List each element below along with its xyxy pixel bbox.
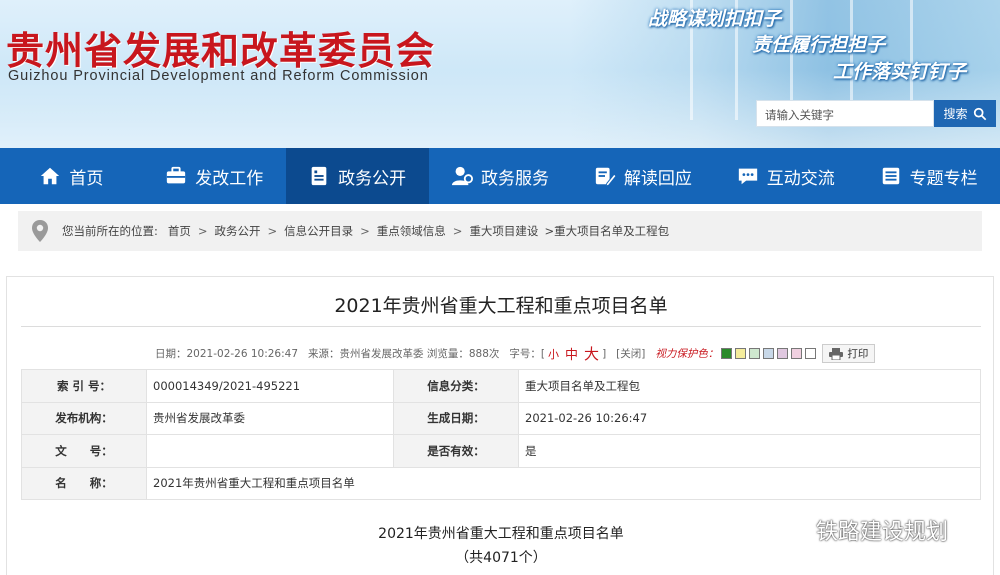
slogan-1: 战略谋划扣扣子: [648, 8, 782, 30]
color-swatch-white[interactable]: [805, 348, 817, 359]
article-title: 2021年贵州省重大工程和重点项目名单: [334, 295, 668, 317]
breadcrumb-link[interactable]: 重大项目建设: [469, 223, 538, 239]
color-swatch-blue[interactable]: [763, 348, 775, 359]
location-pin-icon: [32, 220, 48, 242]
meta-font-end: ]: [602, 347, 607, 360]
slogan-3: 工作落实钉钉子: [833, 61, 967, 83]
nav-item-interaction[interactable]: 互动交流: [714, 148, 857, 204]
article-meta: 日期：2021-02-26 10:26:47 来源：贵州省发展改革委 浏览量：8…: [155, 343, 876, 364]
nav-item-label: 发改工作: [195, 168, 264, 189]
name-value: 2021年贵州省重大工程和重点项目名单: [146, 466, 981, 500]
docno-label: 文 号：: [21, 434, 147, 468]
date-value: 2021-02-26 10:26:47: [518, 401, 981, 435]
breadcrumb: 您当前所在的位置: 首页 > 政务公开 > 信息公开目录 > 重点领域信息 > …: [18, 211, 982, 251]
nav-item-home[interactable]: 首页: [0, 148, 143, 204]
chat-icon: [738, 168, 757, 185]
nav-item-label: 解读回应: [623, 168, 692, 189]
document-count: （共4071个）: [455, 550, 547, 566]
nav-item-special-topics[interactable]: 专题专栏: [857, 148, 1000, 204]
breadcrumb-link[interactable]: 首页: [168, 223, 191, 239]
printer-icon: [829, 347, 844, 360]
name-label: 名 称：: [21, 466, 147, 500]
slogan-2: 责任履行担担子: [752, 34, 886, 56]
nav-item-label: 政务公开: [338, 168, 407, 189]
search-button-label: 搜索: [943, 107, 968, 121]
table-row: 索 引 号： 000014349/2021-495221 信息分类： 重大项目名…: [21, 369, 981, 403]
eye-protect-label: 视力保护色：: [655, 348, 719, 360]
title-divider: [21, 326, 981, 327]
briefcase-icon: [167, 166, 186, 184]
valid-label: 是否有效：: [393, 434, 519, 468]
org-label: 发布机构：: [21, 401, 147, 435]
category-label: 信息分类：: [393, 369, 519, 403]
meta-font-label: 字号：[: [509, 348, 546, 360]
watermark-text: 铁路建设规划: [816, 520, 949, 545]
table-row: 文 号： 是否有效： 是: [21, 434, 981, 468]
nav-item-gov-affairs[interactable]: 政务公开: [285, 148, 429, 204]
table-row: 发布机构： 贵州省发展改革委 生成日期： 2021-02-26 10:26:47: [21, 401, 981, 435]
table-row: 名 称： 2021年贵州省重大工程和重点项目名单: [21, 466, 981, 500]
home-icon: [41, 167, 60, 185]
nav-item-label: 专题专栏: [909, 168, 978, 189]
index-value: 000014349/2021-495221: [146, 369, 394, 403]
print-button[interactable]: 打印: [822, 344, 876, 363]
nav-item-work[interactable]: 发改工作: [143, 148, 286, 204]
nav-item-label: 政务服务: [481, 168, 549, 189]
meta-date: 日期：2021-02-26 10:26:47: [155, 348, 299, 360]
docno-value: [146, 434, 394, 468]
info-table: 索 引 号： 000014349/2021-495221 信息分类： 重大项目名…: [21, 369, 981, 500]
color-swatch-yellow[interactable]: [735, 348, 747, 359]
main-nav: 首页 发改工作 政务公开 政务服务 解读回应 互动交流 专题专栏: [0, 148, 1000, 204]
edit-icon: [595, 167, 616, 187]
monitor-icon: [882, 167, 899, 185]
search-button[interactable]: 搜索: [934, 100, 996, 127]
site-title: 贵州省发展和改革委员会: [6, 29, 436, 73]
wechat-icon: [776, 516, 810, 543]
org-value: 贵州省发展改革委: [146, 401, 394, 435]
color-swatch-green[interactable]: [721, 348, 733, 359]
color-swatch-lightgreen[interactable]: [749, 348, 761, 359]
valid-value: 是: [518, 434, 981, 468]
category-value: 重大项目名单及工程包: [518, 369, 981, 403]
nav-item-label: 首页: [69, 168, 104, 189]
breadcrumb-link[interactable]: >重大项目名单及工程包: [544, 223, 669, 239]
index-label: 索 引 号：: [21, 369, 147, 403]
nav-item-gov-service[interactable]: 政务服务: [429, 148, 572, 204]
search-icon: [973, 107, 986, 120]
font-size-large[interactable]: 大: [584, 343, 599, 364]
color-swatch-pink[interactable]: [791, 348, 803, 359]
search-input[interactable]: 请输入关键字: [756, 100, 934, 127]
print-label: 打印: [847, 348, 869, 360]
breadcrumb-link[interactable]: 信息公开目录: [284, 223, 353, 239]
document-icon: [311, 166, 327, 186]
header-banner: 贵州省发展和改革委员会 Guizhou Provincial Developme…: [0, 0, 1000, 148]
date-label: 生成日期：: [393, 401, 519, 435]
wechat-watermark: 铁路建设规划: [776, 514, 948, 546]
nav-item-interpretation[interactable]: 解读回应: [571, 148, 714, 204]
color-swatch-purple[interactable]: [777, 348, 789, 359]
breadcrumb-prefix: 您当前所在的位置:: [62, 224, 158, 238]
close-link[interactable]: [关闭]: [616, 346, 645, 361]
nav-item-label: 互动交流: [766, 168, 835, 189]
font-size-small[interactable]: 小: [548, 346, 559, 362]
breadcrumb-link[interactable]: 重点领域信息: [377, 223, 446, 239]
font-size-medium[interactable]: 中: [565, 344, 578, 363]
meta-source: 来源：贵州省发展改革委 浏览量：888次: [308, 348, 500, 360]
user-service-icon: [451, 166, 473, 186]
site-subtitle: Guizhou Provincial Development and Refor…: [8, 68, 429, 84]
breadcrumb-link[interactable]: 政务公开: [215, 223, 261, 239]
